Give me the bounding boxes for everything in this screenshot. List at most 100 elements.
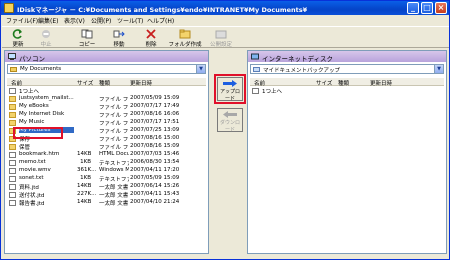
menu-bar: ファイル(F) 編集(E) 表示(V) 公開(P) ツール(T) ヘルプ(H) <box>2 15 449 25</box>
cell-date: 2007/05/09 15:09 <box>130 175 180 181</box>
cell-name: sonet.txt <box>19 175 44 181</box>
list-item[interactable]: 報告書.jtd 14KB 一太郎 文書 2007/04/10 21:24 <box>7 199 206 207</box>
cell-type: ファイル フォル... <box>99 129 129 135</box>
upload-label: アップロード <box>219 89 240 102</box>
local-file-list: 1つ上へjustsystem_mailst...ファイル フォル...2007/… <box>7 87 206 251</box>
col-name[interactable]: 名前 <box>11 79 22 87</box>
window-title: IDiskマネージャ － C:¥Documents and Settings¥e… <box>17 6 308 14</box>
cell-name: 保管 <box>19 145 31 151</box>
cell-name: 送付状.jtd <box>19 193 45 199</box>
cell-size: 227K... <box>77 191 97 197</box>
col-name[interactable]: 名前 <box>254 79 265 87</box>
cell-type: HTML Docu... <box>99 151 129 157</box>
cell-type: 一太郎 文書 <box>99 185 129 191</box>
copy-label[interactable]: コピー <box>79 42 96 48</box>
list-item[interactable]: My eBooks ファイル フォル...2007/07/17 17:49 <box>7 103 206 111</box>
cell-type: 一太郎 文書 <box>99 201 129 207</box>
close-button[interactable]: × <box>435 2 447 14</box>
maximize-button[interactable]: □ <box>421 2 433 14</box>
move-button[interactable]: 移動 <box>106 28 132 48</box>
move-icon <box>113 30 125 38</box>
chevron-down-icon[interactable]: ▼ <box>434 65 443 73</box>
left-arrow-icon <box>223 111 237 118</box>
cell-size: 361K... <box>77 167 97 173</box>
stop-button[interactable]: 中止 <box>34 28 58 48</box>
cell-name: 報告書.jtd <box>19 201 45 207</box>
col-date[interactable]: 更新日時 <box>370 79 392 87</box>
local-pane-title: パソコン <box>19 55 45 63</box>
cell-type: テキストファイル <box>99 161 129 167</box>
cell-date: 2007/05/09 15:09 <box>130 95 180 101</box>
cell-type: ファイル フォル... <box>99 97 129 103</box>
copy-button[interactable]: コピー <box>74 28 100 48</box>
cell-date: 2007/04/11 17:20 <box>130 167 180 173</box>
list-item[interactable]: My Music ファイル フォル...2007/07/17 17:51 <box>7 119 206 127</box>
cell-size: 1KB <box>80 159 91 165</box>
download-button[interactable]: ダウンロード <box>217 108 243 133</box>
cell-name: bookmark.htm <box>19 151 60 157</box>
computer-icon <box>8 53 16 60</box>
minimize-button[interactable]: _ <box>407 2 419 14</box>
publish-settings-button[interactable]: 公開設定 <box>206 28 236 48</box>
cell-name: 1つ上へ <box>19 89 39 95</box>
local-pane-header: パソコン <box>5 51 208 63</box>
menu-publish[interactable]: 公開(P) <box>91 16 111 25</box>
remote-path-select[interactable]: マイドキュメントバックアップ ▼ <box>250 64 444 74</box>
menu-help[interactable]: ヘルプ(H) <box>147 16 174 25</box>
col-size[interactable]: サイズ <box>316 79 332 87</box>
menu-edit[interactable]: 編集(E) <box>38 16 58 25</box>
cell-name: My Music <box>19 119 45 125</box>
list-item[interactable]: 1つ上へ <box>250 87 444 95</box>
move-label: 移動 <box>113 42 125 48</box>
list-item[interactable]: 保管 ファイル フォル...2007/08/16 15:09 <box>7 143 206 151</box>
folder-icon <box>9 112 16 118</box>
cell-type: 一太郎 文書 <box>99 193 129 199</box>
new-folder-button[interactable]: フォルダ作成 <box>168 28 202 48</box>
cell-type: ファイル フォル... <box>99 105 129 111</box>
list-item[interactable]: 送付状.jtd 227K... 一太郎 文書 2007/04/11 15:43 <box>7 191 206 199</box>
cell-name: 1つ上へ <box>262 89 282 95</box>
cell-size: 14KB <box>77 151 92 157</box>
list-item[interactable]: My Internet Disk ファイル フォル...2007/08/16 16… <box>7 111 206 119</box>
list-item[interactable]: 1つ上へ <box>7 87 206 95</box>
folder-icon <box>9 144 16 150</box>
list-item[interactable]: 資料.jtd 14KB 一太郎 文書 2007/06/14 15:26 <box>7 183 206 191</box>
cell-date: 2006/08/30 13:54 <box>130 159 180 165</box>
menu-file[interactable]: ファイル(F) <box>6 16 38 25</box>
up-folder-icon <box>252 88 259 94</box>
remote-path-value: マイドキュメントバックアップ <box>263 68 341 74</box>
cell-type: Windows Me... <box>99 167 129 173</box>
menu-tools[interactable]: ツール(T) <box>117 16 143 25</box>
list-item[interactable]: movie.wmv 361K...Windows Me...2007/04/11 … <box>7 167 206 175</box>
cell-name: 資料.jtd <box>19 185 39 191</box>
chevron-down-icon[interactable]: ▼ <box>196 65 205 73</box>
local-path-select[interactable]: My Documents ▼ <box>7 64 206 74</box>
list-item[interactable]: memo.txt 1KB テキストファイル2006/08/30 13:54 <box>7 159 206 167</box>
copy-icon <box>81 29 93 39</box>
internet-disk-pane-header: インターネットディスク <box>248 51 446 63</box>
col-type[interactable]: 種類 <box>99 79 110 87</box>
stop-icon <box>42 30 50 38</box>
col-size[interactable]: サイズ <box>77 79 93 87</box>
cell-name: movie.wmv <box>19 167 51 173</box>
menu-view[interactable]: 表示(V) <box>64 16 85 25</box>
up-folder-icon <box>9 88 16 94</box>
col-date[interactable]: 更新日時 <box>130 79 152 87</box>
cell-date: 2007/04/11 15:43 <box>130 191 180 197</box>
right-arrow-icon <box>223 80 237 87</box>
cell-type: ファイル フォル... <box>99 113 129 119</box>
local-path-value: My Documents <box>20 66 62 72</box>
app-icon <box>4 3 14 13</box>
upload-button[interactable]: アップロード <box>217 77 243 102</box>
list-item[interactable]: bookmark.htm 14KB HTML Docu...2007/07/03 1… <box>7 151 206 159</box>
delete-button[interactable]: 削除 <box>138 28 164 48</box>
list-item[interactable]: justsystem_mailst... ファイル フォル...2007/05/0… <box>7 95 206 103</box>
col-type[interactable]: 種類 <box>338 79 349 87</box>
title-bar[interactable]: IDiskマネージャ － C:¥Documents and Settings¥e… <box>1 1 449 15</box>
cell-size: 14KB <box>77 199 92 205</box>
cell-date: 2007/07/17 17:49 <box>130 103 180 109</box>
refresh-button[interactable]: 更新 <box>6 28 30 48</box>
cell-size: 1KB <box>80 175 91 181</box>
list-item[interactable]: sonet.txt 1KB テキストファイル2007/05/09 15:09 <box>7 175 206 183</box>
stop-label: 中止 <box>40 42 52 48</box>
